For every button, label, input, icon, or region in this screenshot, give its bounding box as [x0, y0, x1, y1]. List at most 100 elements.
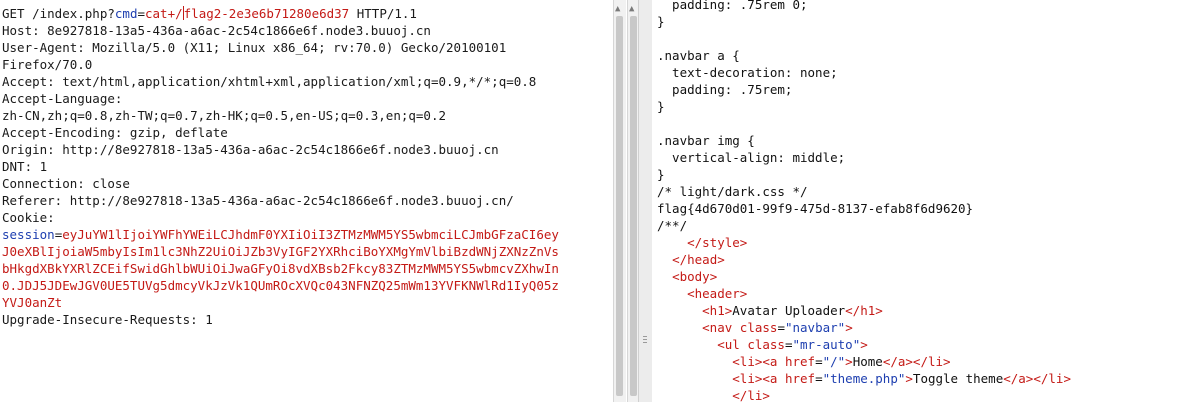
- session-cookie-value-cont: YVJ0anZt: [2, 295, 63, 310]
- scroll-up-arrow-icon[interactable]: ▲: [629, 4, 634, 14]
- request-text[interactable]: GET /index.php?cmd=cat+/flag2-2e3e6b7128…: [2, 5, 613, 328]
- header-connection: Connection: close: [2, 176, 130, 191]
- html-attr-value: "theme.php": [822, 371, 906, 386]
- request-line: GET /index.php?cmd=cat+/flag2-2e3e6b7128…: [2, 5, 613, 22]
- html-li-theme: <li><a href="theme.php">Toggle theme</a>…: [657, 370, 1198, 387]
- link-text: Toggle theme: [912, 371, 1004, 386]
- query-param-file: flag2-2e3e6b71280e6d37: [183, 6, 350, 21]
- html-header-open: <header>: [657, 285, 1198, 302]
- html-tag: >: [860, 337, 868, 352]
- css-line: padding: .75rem 0;: [657, 0, 808, 12]
- session-cookie-value-cont: bHkgdXBkYXRlZCEifSwidGhlbWUiOiJwaGFyOi8v…: [2, 261, 559, 276]
- response-text[interactable]: padding: .75rem 0; } .navbar a { text-de…: [657, 0, 1198, 402]
- splitter-grip-icon: [643, 342, 647, 343]
- query-param-value: cat+/: [145, 6, 183, 21]
- header-accept: Accept: text/html,application/xhtml+xml,…: [2, 74, 537, 89]
- css-comment-line: /* light/dark.css */: [657, 184, 808, 199]
- html-attr: class: [739, 320, 778, 335]
- html-tag: <a: [762, 371, 785, 386]
- html-tag: <ul: [717, 337, 748, 352]
- request-scroll-thumb[interactable]: [616, 16, 623, 396]
- session-cookie-name: session: [2, 227, 55, 242]
- link-text: Home: [852, 354, 883, 369]
- request-scrollbar[interactable]: ▲: [613, 0, 626, 402]
- html-tag: </head>: [672, 252, 725, 267]
- splitter-grip-icon: [643, 339, 647, 340]
- html-head-close: </head>: [657, 251, 1198, 268]
- query-equals: =: [137, 6, 145, 21]
- html-li-home: <li><a href="/">Home</a></li>: [657, 353, 1198, 370]
- request-editor-pane[interactable]: GET /index.php?cmd=cat+/flag2-2e3e6b7128…: [0, 0, 613, 402]
- css-line: text-decoration: none;: [657, 65, 838, 80]
- header-cookie: Cookie:: [2, 210, 55, 225]
- html-tag: <h1>: [702, 303, 733, 318]
- html-tag: >: [845, 354, 853, 369]
- header-dnt: DNT: 1: [2, 159, 48, 174]
- css-comment-line: /**/: [657, 218, 688, 233]
- header-upgrade-insecure-requests: Upgrade-Insecure-Requests: 1: [2, 312, 213, 327]
- html-tag: <body>: [672, 269, 718, 284]
- html-tag: <header>: [687, 286, 748, 301]
- html-attr-eq: =: [777, 320, 785, 335]
- response-scroll-thumb[interactable]: [630, 16, 637, 396]
- css-line: [657, 115, 1198, 132]
- html-attr-value: "mr-auto": [792, 337, 861, 352]
- request-method-path: GET /index.php?: [2, 6, 115, 21]
- html-h1: <h1>Avatar Uploader</h1>: [657, 302, 1198, 319]
- response-scrollbar[interactable]: ▲: [627, 0, 638, 402]
- splitter-grip-icon: [643, 336, 647, 337]
- html-attr-eq: =: [815, 371, 823, 386]
- scroll-up-arrow-icon[interactable]: ▲: [615, 4, 620, 14]
- html-tag: </style>: [687, 235, 748, 250]
- response-viewer-pane[interactable]: padding: .75rem 0; } .navbar a { text-de…: [652, 0, 1198, 402]
- css-line: [657, 30, 1198, 47]
- html-tag: >: [845, 320, 853, 335]
- flag-line: flag{4d670d01-99f9-475d-8137-efab8f6d962…: [657, 201, 974, 216]
- html-ul: <ul class="mr-auto">: [657, 336, 1198, 353]
- burp-request-response-view: GET /index.php?cmd=cat+/flag2-2e3e6b7128…: [0, 0, 1198, 402]
- css-line: .navbar a {: [657, 48, 740, 63]
- html-attr: href: [784, 354, 816, 369]
- css-line: padding: .75rem;: [657, 82, 793, 97]
- html-tag: </h1>: [845, 303, 883, 318]
- pane-splitter[interactable]: [638, 0, 653, 402]
- html-tag: </a>: [882, 354, 913, 369]
- header-referer: Referer: http://8e927818-13a5-436a-a6ac-…: [2, 193, 514, 208]
- html-attr: href: [784, 371, 816, 386]
- html-tag: <li>: [732, 354, 763, 369]
- session-cookie-line: session=eyJuYW1lIjoiYWFhYWEiLCJhdmF0YXIi…: [2, 226, 613, 243]
- header-user-agent: User-Agent: Mozilla/5.0 (X11; Linux x86_…: [2, 40, 507, 55]
- html-attr-value: "/": [822, 354, 846, 369]
- header-accept-language-value: zh-CN,zh;q=0.8,zh-TW;q=0.7,zh-HK;q=0.5,e…: [2, 108, 447, 123]
- html-attr-eq: =: [815, 354, 823, 369]
- header-accept-language: Accept-Language:: [2, 91, 123, 106]
- query-param-name: cmd: [114, 6, 138, 21]
- html-tag: </li>: [732, 388, 770, 402]
- html-tag: </a>: [1003, 371, 1034, 386]
- session-cookie-value-cont: 0.JDJ5JDEwJGV0UE5TUVg5dmcyVkJzVk1QUmROcX…: [2, 278, 559, 293]
- css-line: }: [657, 167, 665, 182]
- html-tag: <nav: [702, 320, 740, 335]
- header-user-agent-cont: Firefox/70.0: [2, 57, 93, 72]
- html-tag: </li>: [1033, 371, 1071, 386]
- html-tag: <li>: [732, 371, 763, 386]
- html-tag: <a: [762, 354, 785, 369]
- h1-text: Avatar Uploader: [732, 303, 846, 318]
- html-tag: >: [905, 371, 913, 386]
- html-tag: </li>: [912, 354, 951, 369]
- header-host: Host: 8e927818-13a5-436a-a6ac-2c54c1866e…: [2, 23, 431, 38]
- css-line: vertical-align: middle;: [657, 150, 846, 165]
- html-attr: class: [747, 337, 785, 352]
- session-cookie-value-cont: J0eXBlIjoiaW5mbyIsIm1lc3NhZ2UiOiJZb3VyIG…: [2, 244, 559, 259]
- header-origin: Origin: http://8e927818-13a5-436a-a6ac-2…: [2, 142, 499, 157]
- html-body-open: <body>: [657, 268, 1198, 285]
